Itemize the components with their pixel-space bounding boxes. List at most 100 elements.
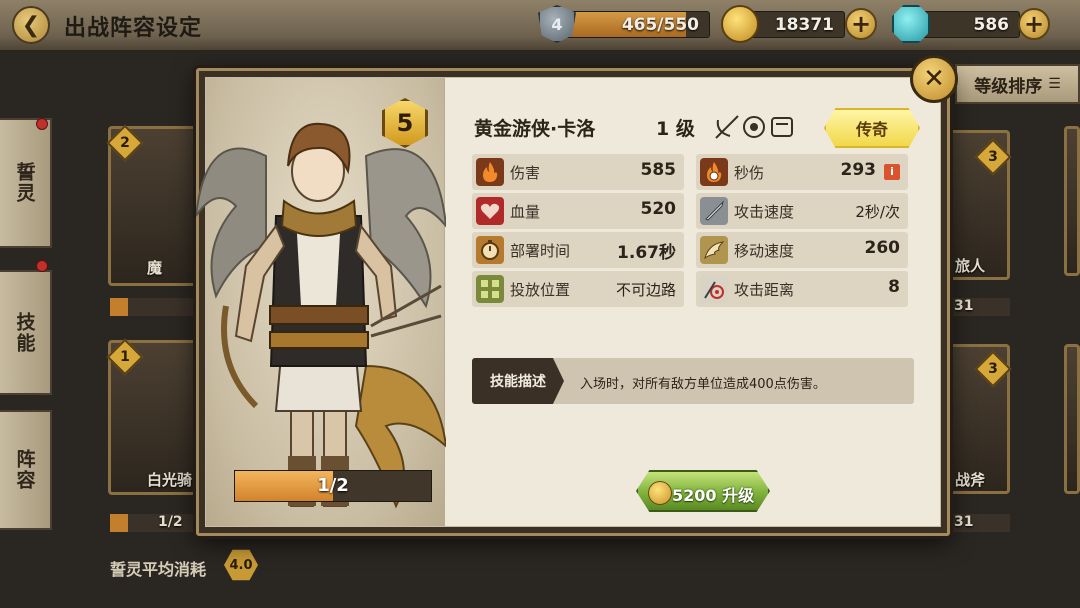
gear-trait-icon xyxy=(743,116,765,138)
skill-description-box: 技能描述 入场时，对所有敌方单位造成400点伤害。 xyxy=(472,358,914,404)
skill-tag-label: 技能描述 xyxy=(490,374,546,390)
hero-name: 黄金游侠·卡洛 xyxy=(474,118,596,140)
gold-coin-icon xyxy=(648,481,672,505)
add-gold-button[interactable]: + xyxy=(845,8,877,40)
tab-skills[interactable]: 技能 xyxy=(0,270,52,395)
stat-label: 攻击距离 xyxy=(734,281,795,299)
hero-card-name: 战斧 xyxy=(955,471,986,489)
stat-value: 585 xyxy=(640,160,677,180)
tab-heroes-label: 誓灵 xyxy=(13,162,36,204)
stat-value: 不可边路 xyxy=(615,281,676,299)
fire-clock-icon xyxy=(700,158,728,186)
hero-level: 1 级 xyxy=(656,118,695,140)
stamina-bar: 465/550 xyxy=(560,11,710,38)
gem-value: 586 xyxy=(973,15,1010,35)
plus-icon: + xyxy=(850,10,872,38)
trait-icons xyxy=(715,115,793,139)
gem-icon xyxy=(892,5,930,43)
placement-icon xyxy=(476,275,504,303)
average-cost-label: 誓灵平均消耗 xyxy=(110,560,207,579)
stat-value: 2秒/次 xyxy=(855,203,900,221)
wing-icon xyxy=(700,236,728,264)
card-progress-text: 31 xyxy=(954,298,974,314)
sort-label: 等级排序 xyxy=(974,76,1043,97)
hero-portrait-area: 5 1/2 xyxy=(196,78,446,526)
skill-description: 入场时，对所有敌方单位造成400点伤害。 xyxy=(580,377,826,392)
stat-value: 8 xyxy=(888,277,900,297)
tab-lineup[interactable]: 阵容 xyxy=(0,410,52,530)
stat-label: 伤害 xyxy=(510,164,541,182)
fire-icon xyxy=(476,158,504,186)
stat-deploy-time: 部署时间 1.67秒 xyxy=(472,232,684,268)
sort-by-level-button[interactable]: 等级排序 ☰ xyxy=(955,64,1080,104)
hero-star-level: 5 xyxy=(396,109,414,137)
upgrade-text: 升级 xyxy=(722,486,755,505)
stat-label: 移动速度 xyxy=(734,242,795,260)
hero-card[interactable] xyxy=(1064,344,1080,494)
tab-lineup-label: 阵容 xyxy=(13,449,36,491)
sword-speed-icon xyxy=(700,197,728,225)
average-cost-value: 4.0 xyxy=(229,557,253,573)
stamina-level: 4 xyxy=(551,14,563,34)
stat-value: 1.67秒 xyxy=(617,243,676,263)
gold-value: 18371 xyxy=(774,15,834,35)
card-progress-text: 31 xyxy=(954,514,974,530)
card-progress-fill xyxy=(110,514,128,532)
hero-card-name: 旅人 xyxy=(955,257,986,275)
card-progress-text: 1/2 xyxy=(158,514,183,530)
tab-heroes[interactable]: 誓灵 xyxy=(0,118,52,248)
hero-detail-panel: 5 1/2 黄金游侠·卡洛 1 级 传奇 伤害 585 秒伤 293 i 血量 … xyxy=(196,77,941,527)
stat-damage: 伤害 585 xyxy=(472,154,684,190)
stat-move-speed: 移动速度 260 xyxy=(696,232,908,268)
target-icon xyxy=(700,275,728,303)
upgrade-cost: 5200 xyxy=(672,486,717,505)
upgrade-button[interactable]: 5200 升级 xyxy=(636,470,770,512)
card-level: 2 xyxy=(120,135,130,151)
stopwatch-icon xyxy=(476,236,504,264)
stat-label: 部署时间 xyxy=(510,242,571,260)
stat-health: 血量 520 xyxy=(472,193,684,229)
rarity-badge: 传奇 xyxy=(824,108,920,148)
notification-dot xyxy=(36,260,48,272)
stat-attack-speed: 攻击速度 2秒/次 xyxy=(696,193,908,229)
average-cost-badge: 4.0 xyxy=(224,549,258,581)
stat-attack-range: 攻击距离 8 xyxy=(696,271,908,307)
card-level: 3 xyxy=(988,149,998,165)
notification-dot xyxy=(36,118,48,130)
back-button[interactable]: ❮ xyxy=(12,6,50,44)
add-gem-button[interactable]: + xyxy=(1018,8,1050,40)
rarity-label: 传奇 xyxy=(855,120,888,139)
hero-card-name: 白光骑 xyxy=(147,471,193,489)
stat-label: 秒伤 xyxy=(734,164,765,182)
stat-dps: 秒伤 293 i xyxy=(696,154,908,190)
page-title: 出战阵容设定 xyxy=(64,16,203,41)
close-icon: ✕ xyxy=(923,64,945,94)
info-button[interactable]: i xyxy=(884,164,900,180)
stat-value: 260 xyxy=(864,238,901,258)
top-bar: ❮ 出战阵容设定 465/550 4 18371 + 586 + xyxy=(0,0,1080,52)
card-progress-bar: 1/2 xyxy=(110,514,198,532)
scroll-trait-icon xyxy=(771,117,793,137)
list-icon: ☰ xyxy=(1048,76,1061,92)
upgrade-label: 5200 升级 xyxy=(672,482,754,506)
hero-card[interactable] xyxy=(1064,126,1080,276)
plus-icon: + xyxy=(1023,10,1045,38)
gold-coin-icon xyxy=(721,5,759,43)
shard-progress-bar: 1/2 xyxy=(234,470,432,502)
close-button[interactable]: ✕ xyxy=(910,55,958,103)
back-arrow-icon: ❮ xyxy=(21,12,41,38)
card-progress-fill xyxy=(110,298,128,316)
card-progress-bar xyxy=(110,298,198,316)
stat-label: 攻击速度 xyxy=(734,203,795,221)
card-progress-bar: 31 xyxy=(946,514,1010,532)
shard-progress-text: 1/2 xyxy=(317,475,349,496)
stat-placement: 投放位置 不可边路 xyxy=(472,271,684,307)
stat-label: 投放位置 xyxy=(510,281,571,299)
stat-label: 血量 xyxy=(510,203,541,221)
heart-icon xyxy=(476,197,504,225)
card-level: 1 xyxy=(120,349,130,365)
skill-tag: 技能描述 xyxy=(472,358,564,404)
stat-value: 293 xyxy=(840,160,877,180)
hero-detail-dialog: 5 1/2 黄金游侠·卡洛 1 级 传奇 伤害 585 秒伤 293 i 血量 … xyxy=(196,68,950,536)
hero-card-name: 魔 xyxy=(147,259,163,277)
